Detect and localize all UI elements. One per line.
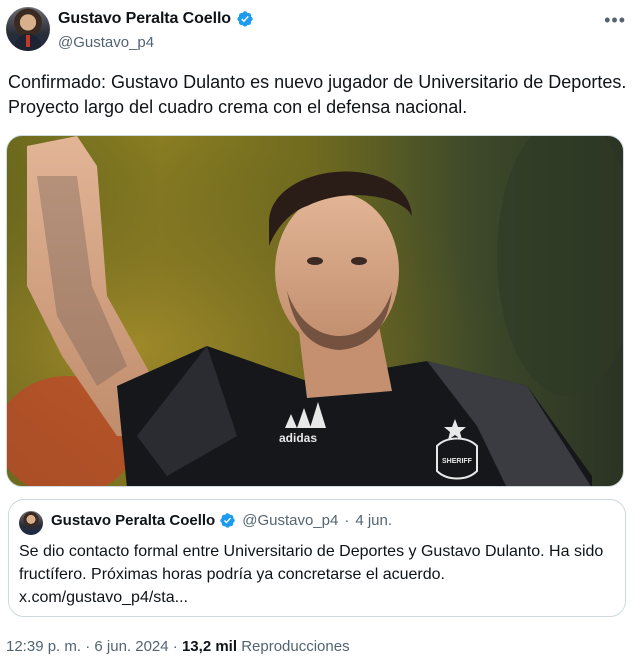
verified-badge-icon	[237, 11, 253, 27]
tweet-date[interactable]: 6 jun. 2024	[94, 638, 168, 655]
quoted-tweet-text: Se dio contacto formal entre Universitar…	[19, 543, 604, 606]
author-name-row: Gustavo Peralta Coello	[58, 10, 254, 28]
quoted-meta-separator: ·	[344, 512, 350, 529]
views-count: 13,2 mil	[181, 638, 238, 655]
footer-separator: ·	[172, 638, 178, 655]
views-label: Reproducciones	[241, 638, 350, 655]
photo-illustration: adidas SHERIFF	[7, 136, 623, 486]
quoted-author-display-name: Gustavo Peralta Coello	[51, 512, 216, 529]
more-options-icon[interactable]: •••	[604, 10, 626, 31]
author-avatar[interactable]	[6, 7, 50, 51]
jersey-brand-text: adidas	[279, 431, 317, 445]
quoted-tweet-date: 4 jun.	[355, 512, 393, 529]
quoted-author-avatar	[19, 511, 43, 535]
author-handle[interactable]: @Gustavo_p4	[58, 34, 154, 51]
verified-badge-icon	[220, 513, 235, 528]
quoted-tweet[interactable]: Gustavo Peralta Coello @Gustavo_p4 · 4 j…	[8, 499, 626, 617]
jersey-crest-text: SHERIFF	[442, 458, 473, 465]
author-display-name[interactable]: Gustavo Peralta Coello	[58, 10, 231, 28]
footer-separator: ·	[85, 638, 91, 655]
tweet-footer: 12:39 p. m. · 6 jun. 2024 · 13,2 mil Rep…	[6, 638, 350, 655]
tweet-photo[interactable]: adidas SHERIFF	[6, 135, 624, 487]
tweet-time[interactable]: 12:39 p. m.	[6, 638, 81, 655]
quoted-tweet-header: Gustavo Peralta Coello @Gustavo_p4 · 4 j…	[51, 512, 392, 529]
quoted-author-handle: @Gustavo_p4	[242, 512, 339, 529]
tweet-text: Confirmado: Gustavo Dulanto es nuevo jug…	[8, 72, 627, 117]
